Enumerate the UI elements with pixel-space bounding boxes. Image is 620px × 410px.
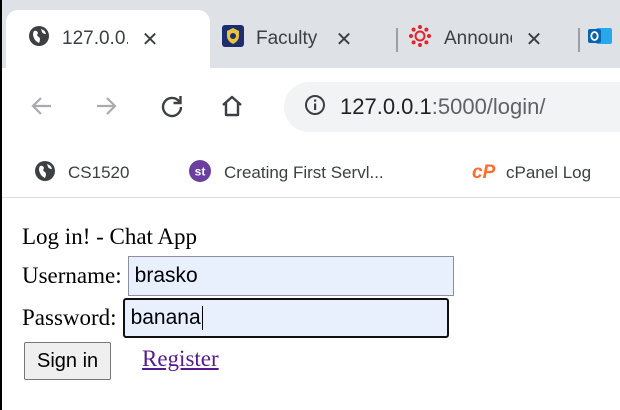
back-button[interactable] [24,88,60,124]
tab-faculty[interactable]: Faculty ✕ [210,10,396,68]
globe-icon [28,25,50,53]
st-badge-icon: st [188,159,212,188]
browser-toolbar: 127.0.0.1:5000/login/ [2,68,620,148]
tab-login[interactable]: 127.0.0.1 ✕ [6,10,210,68]
canvas-logo-icon [408,24,432,54]
sign-in-button[interactable]: Sign in [24,342,112,380]
forward-button[interactable] [88,88,124,124]
bookmark-label: CS1520 [68,163,130,182]
bookmarks-bar: CS1520 st Creating First Servl... cP cPa… [2,148,620,198]
url-path: :5000/login/ [431,94,546,119]
tab-strip: 127.0.0.1 ✕ Faculty ✕ Announcements ✕ [2,0,620,68]
bookmark-label: cPanel Log [506,163,592,182]
username-input[interactable]: brasko [127,256,454,296]
password-value: banana [130,306,201,329]
reload-button[interactable] [154,88,190,124]
globe-icon [34,160,56,187]
tab-title: Announcements [444,28,512,49]
tab-title: 127.0.0.1 [62,28,128,49]
info-icon[interactable] [304,94,326,121]
page-title: Log in! - Chat App [22,224,198,249]
register-link[interactable]: Register [142,346,219,372]
url-host: 127.0.0.1 [340,94,432,119]
tab-title: Faculty [256,28,318,49]
close-tab-icon[interactable]: ✕ [524,27,544,52]
bookmark-cs1520[interactable]: CS1520 [34,158,129,188]
arrow-right-icon [97,97,117,115]
username-value: brasko [134,264,198,287]
home-icon [222,95,242,117]
arrow-left-icon [31,97,51,115]
svg-text:cP: cP [472,162,496,182]
close-tab-icon[interactable]: ✕ [140,27,160,52]
username-label: Username: [22,263,122,288]
home-button[interactable] [214,88,250,124]
bookmark-cpanel[interactable]: cP cPanel Log [472,158,591,188]
address-url[interactable]: 127.0.0.1:5000/login/ [340,94,546,120]
browser-window: 127.0.0.1 ✕ Faculty ✕ Announcements ✕ [0,0,620,410]
outlook-icon [588,25,612,53]
password-row: Password: banana [22,298,449,338]
cpanel-icon: cP [472,160,500,187]
password-input[interactable]: banana [122,298,449,338]
username-row: Username: brasko [22,256,454,296]
shield-crest-icon [222,25,244,53]
tab-announcements[interactable]: Announcements ✕ [396,10,578,68]
reload-icon [161,96,183,118]
close-tab-icon[interactable]: ✕ [334,27,354,52]
bookmark-creating-first-servlet[interactable]: st Creating First Servl... [188,158,384,188]
bookmark-label: Creating First Servl... [224,163,384,182]
text-caret [201,306,203,330]
svg-text:st: st [195,164,206,178]
address-bar[interactable]: 127.0.0.1:5000/login/ [284,82,620,132]
password-label: Password: [22,305,117,330]
login-page: Log in! - Chat App Username: brasko Pass… [4,200,620,410]
tab-outlook[interactable] [578,10,620,68]
